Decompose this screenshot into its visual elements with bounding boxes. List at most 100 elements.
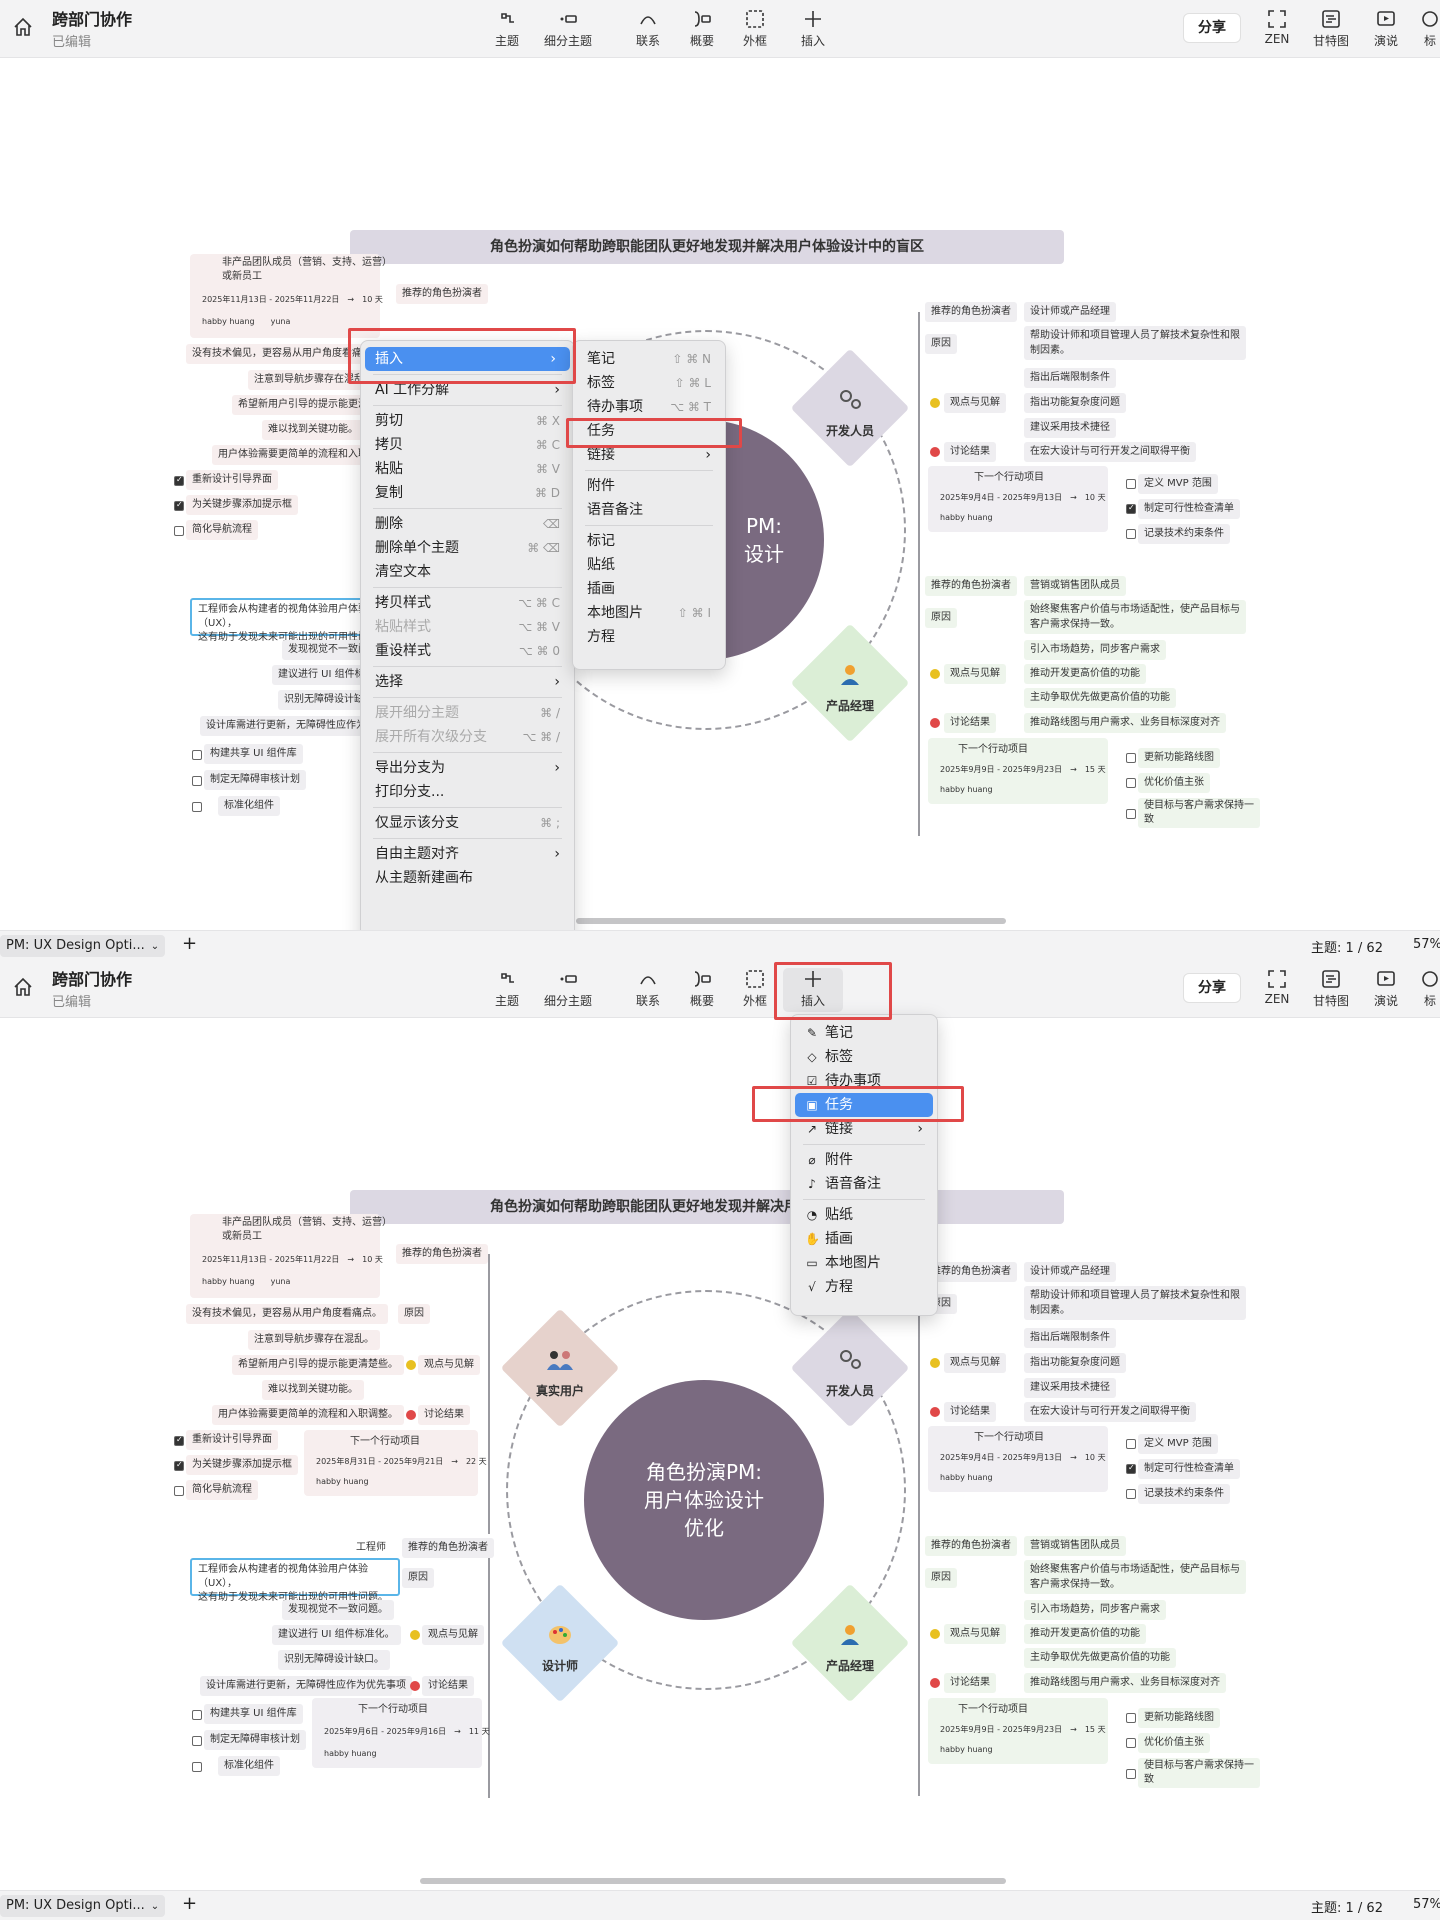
submenu-item-note[interactable]: 笔记 ⇧ ⌘ N [573, 347, 725, 371]
todo-checkbox[interactable] [192, 776, 202, 786]
node-reason-value[interactable]: 始终聚焦客户价值与市场适配性，使产品目标与 客户需求保持一致。 [1024, 1560, 1246, 1594]
node-insight-3[interactable]: 主动争取优先做更高价值的功能 [1024, 1648, 1176, 1668]
central-topic[interactable]: 角色扮演PM: 用户体验设计 优化 [584, 1380, 824, 1620]
summary-button[interactable]: 概要 [672, 968, 732, 1009]
todo-checkbox[interactable] [1126, 529, 1136, 539]
topic-button[interactable]: 主题 [477, 968, 537, 1009]
todo-item[interactable]: 定义 MVP 范围 [1138, 1434, 1218, 1454]
node-insight[interactable]: 观点与见解 [422, 1625, 484, 1645]
node-insight-3[interactable]: 难以找到关键功能。 [262, 420, 364, 440]
todo-checkbox[interactable] [174, 1435, 184, 1446]
dropdown-item-sticker[interactable]: ◔ 贴纸 [791, 1203, 937, 1227]
submenu-item-attachment[interactable]: 附件 [573, 474, 725, 498]
todo-item[interactable]: 制定无障碍审核计划 [204, 770, 306, 790]
todo-checkbox[interactable] [192, 802, 202, 812]
todo-item[interactable]: 优化价值主张 [1138, 1733, 1210, 1753]
map-title[interactable]: 角色扮演如何帮助跨职能团队更好地发现并解决用户体验设计中的盲区 [350, 1190, 1064, 1224]
menu-item-paste[interactable]: 粘贴 ⌘ V [361, 457, 574, 481]
branch-user[interactable]: 真实用户 [500, 1308, 620, 1428]
home-icon[interactable] [12, 976, 34, 998]
node-insight-1[interactable]: 引入市场趋势，同步客户需求 [1024, 1600, 1166, 1620]
todo-checkbox[interactable] [174, 1460, 184, 1471]
present-button[interactable]: 演说 [1356, 968, 1416, 1009]
menu-item-only-branch[interactable]: 仅显示该分支 ⌘ ; [361, 811, 574, 835]
submenu-item-marker[interactable]: 标记 [573, 529, 725, 553]
node-insight-2[interactable]: 推动开发更高价值的功能 [1024, 664, 1146, 684]
todo-checkbox[interactable] [192, 1736, 202, 1746]
todo-checkbox[interactable] [1126, 1489, 1136, 1499]
node-role[interactable]: 推荐的角色扮演者 [396, 1244, 488, 1264]
node-discuss[interactable]: 讨论结果 [944, 1402, 996, 1422]
branch-dev[interactable]: 开发人员 [790, 1308, 910, 1428]
node-insight-1[interactable]: 指出后端限制条件 [1024, 368, 1116, 388]
node-reason[interactable]: 原因 [398, 1304, 430, 1324]
boundary-button[interactable]: 外框 [725, 8, 785, 49]
todo-item[interactable]: 制定可行性检查清单 [1138, 1459, 1240, 1479]
todo-checkbox[interactable] [174, 526, 184, 536]
node-discuss-value[interactable]: 在宏大设计与可行开发之间取得平衡 [1024, 442, 1196, 462]
submenu-item-local-image[interactable]: 本地图片 ⇧ ⌘ I [573, 601, 725, 625]
branch-dev[interactable]: 开发人员 [790, 348, 910, 468]
zen-button[interactable]: ZEN [1247, 8, 1307, 46]
node-reason[interactable]: 原因 [925, 1568, 957, 1588]
node-insight-3[interactable]: 识别无障碍设计缺口。 [278, 1650, 390, 1670]
node-role-value[interactable]: 工程师 [350, 1538, 392, 1558]
todo-item[interactable]: 更新功能路线图 [1138, 748, 1220, 768]
menu-item-export-branch[interactable]: 导出分支为 › [361, 756, 574, 780]
home-icon[interactable] [12, 16, 34, 38]
add-sheet-icon[interactable]: + [182, 933, 197, 954]
dropdown-item-illustration[interactable]: ✋ 插画 [791, 1227, 937, 1251]
menu-item-free-align[interactable]: 自由主题对齐 › [361, 842, 574, 866]
present-button[interactable]: 演说 [1356, 8, 1416, 49]
node-role[interactable]: 推荐的角色扮演者 [925, 1536, 1017, 1556]
summary-button[interactable]: 概要 [672, 8, 732, 49]
todo-item[interactable]: 重新设计引导界面 [186, 1430, 278, 1450]
node-reason-value[interactable]: 帮助设计师和项目管理人员了解技术复杂性和限 制因素。 [1024, 1286, 1246, 1320]
todo-checkbox[interactable] [1126, 479, 1136, 489]
todo-item[interactable]: 记录技术约束条件 [1138, 1484, 1230, 1504]
todo-checkbox[interactable] [1126, 1738, 1136, 1748]
node-discuss-value[interactable]: 推动路线图与用户需求、业务目标深度对齐 [1024, 713, 1226, 733]
node-insight-3[interactable]: 难以找到关键功能。 [262, 1380, 364, 1400]
horizontal-scrollbar[interactable] [420, 1878, 1006, 1884]
node-discuss[interactable]: 讨论结果 [944, 442, 996, 462]
sheet-tab[interactable]: PM: UX Design Opti... ⌄ [0, 1895, 166, 1917]
task-card[interactable]: 非产品团队成员（营销、支持、运营） 或新员工 2025年11月13日 - 2025… [190, 254, 392, 338]
node-discuss[interactable]: 讨论结果 [418, 1405, 470, 1425]
node-role[interactable]: 推荐的角色扮演者 [396, 284, 488, 304]
node-insight[interactable]: 观点与见解 [944, 1353, 1006, 1373]
todo-item[interactable]: 构建共享 UI 组件库 [204, 744, 303, 764]
node-role[interactable]: 推荐的角色扮演者 [925, 1262, 1017, 1282]
todo-item[interactable]: 重新设计引导界面 [186, 470, 278, 490]
node-role[interactable]: 推荐的角色扮演者 [925, 302, 1017, 322]
more-button[interactable]: 标 [1410, 968, 1440, 1009]
node-insight-2[interactable]: 指出功能复杂度问题 [1024, 1353, 1126, 1373]
mindmap-canvas[interactable]: 角色扮演如何帮助跨职能团队更好地发现并解决用户体验设计中的盲区 角色扮演PM: 用… [0, 1018, 1440, 1890]
node-role[interactable]: 推荐的角色扮演者 [402, 1538, 494, 1558]
node-insight-3[interactable]: 建议采用技术捷径 [1024, 418, 1116, 438]
menu-item-delete-single[interactable]: 删除单个主题 ⌘ ⌫ [361, 536, 574, 560]
zen-button[interactable]: ZEN [1247, 968, 1307, 1006]
todo-item[interactable]: 使目标与客户需求保持一致 [1138, 798, 1260, 828]
dropdown-item-label[interactable]: ◇ 标签 [791, 1045, 937, 1069]
gantt-button[interactable]: 甘特图 [1301, 8, 1361, 49]
node-reason[interactable]: 原因 [402, 1568, 434, 1588]
todo-item[interactable]: 标准化组件 [218, 796, 280, 816]
menu-item-cut[interactable]: 剪切 ⌘ X [361, 409, 574, 433]
add-sheet-icon[interactable]: + [182, 1893, 197, 1914]
insert-button[interactable]: 插入 [783, 8, 843, 49]
node-insight-1[interactable]: 指出后端限制条件 [1024, 1328, 1116, 1348]
share-button[interactable]: 分享 [1183, 13, 1241, 43]
node-insight-1[interactable]: 注意到导航步骤存在混乱。 [248, 1330, 380, 1350]
node-discuss-value[interactable]: 推动路线图与用户需求、业务目标深度对齐 [1024, 1673, 1226, 1693]
submenu-item-sticker[interactable]: 贴纸 [573, 553, 725, 577]
node-role-value[interactable]: 营销或销售团队成员 [1024, 576, 1126, 596]
node-insight-1[interactable]: 引入市场趋势，同步客户需求 [1024, 640, 1166, 660]
node-reason[interactable]: 原因 [925, 334, 957, 354]
more-button[interactable]: 标 [1410, 8, 1440, 49]
branch-designer[interactable]: 设计师 [500, 1583, 620, 1703]
branch-pm[interactable]: 产品经理 [790, 623, 910, 743]
task-card[interactable]: 下一个行动项目 2025年8月31日 - 2025年9月21日 → 22 天 h… [304, 1430, 487, 1496]
task-card[interactable]: 非产品团队成员（营销、支持、运营） 或新员工 2025年11月13日 - 2025… [190, 1214, 392, 1298]
task-card[interactable]: 下一个行动项目 2025年9月6日 - 2025年9月16日 → 11 天 ha… [312, 1698, 490, 1768]
